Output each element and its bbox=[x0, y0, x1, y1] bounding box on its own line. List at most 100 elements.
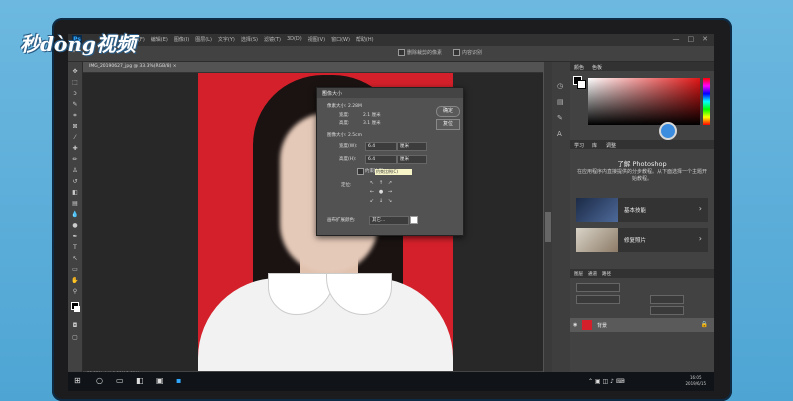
dodge-tool-icon[interactable]: ● bbox=[71, 222, 79, 229]
menu-3d[interactable]: 3D(D) bbox=[287, 36, 302, 43]
height-input[interactable]: 6.4 bbox=[365, 155, 397, 164]
anchor-w-icon[interactable]: ← bbox=[369, 189, 375, 195]
anchor-s-icon[interactable]: ↓ bbox=[378, 198, 384, 204]
maximize-button[interactable]: □ bbox=[688, 35, 695, 43]
opacity-input[interactable] bbox=[650, 295, 684, 304]
hand-tool-icon[interactable]: ✋ bbox=[71, 277, 79, 284]
hue-slider[interactable] bbox=[703, 78, 710, 125]
tab-paths[interactable]: 路径 bbox=[602, 271, 611, 277]
shape-tool-icon[interactable]: ▭ bbox=[71, 266, 79, 273]
menu-type[interactable]: 文字(Y) bbox=[218, 36, 235, 43]
canvas-extension-swatch[interactable] bbox=[410, 216, 418, 224]
menu-filter[interactable]: 滤镜(T) bbox=[264, 36, 281, 43]
path-select-icon[interactable]: ↖ bbox=[71, 255, 79, 262]
app-icon[interactable]: ◧ bbox=[136, 376, 144, 385]
ok-button[interactable]: 确定 bbox=[436, 106, 460, 117]
cortana-icon[interactable]: ○ bbox=[96, 376, 103, 385]
windows-start-icon[interactable]: ⊞ bbox=[74, 376, 81, 385]
tab-color[interactable]: 颜色 bbox=[574, 64, 584, 71]
learn-card-basic[interactable]: 基本技能 › bbox=[576, 198, 708, 222]
width-unit-select[interactable]: 厘米 bbox=[397, 142, 427, 151]
photoshop-taskbar-icon[interactable]: ▪ bbox=[176, 376, 181, 385]
type-tool-icon[interactable]: T bbox=[71, 244, 79, 251]
anchor-grid[interactable]: ↖ ↑ ↗ ← ● → ↙ ↓ ↘ bbox=[369, 180, 393, 204]
menu-view[interactable]: 视图(V) bbox=[308, 36, 325, 43]
tab-layers[interactable]: 图层 bbox=[574, 271, 583, 277]
anchor-ne-icon[interactable]: ↗ bbox=[387, 180, 393, 186]
menu-edit[interactable]: 编辑(E) bbox=[151, 36, 168, 43]
clone-stamp-icon[interactable]: ♙ bbox=[71, 167, 79, 174]
character-panel-icon[interactable]: A bbox=[557, 130, 562, 138]
brush-tool-icon[interactable]: ✏ bbox=[71, 156, 79, 163]
layer-filter-select[interactable] bbox=[576, 283, 620, 292]
color-background-swatch[interactable] bbox=[577, 80, 586, 89]
canvas-extension-select[interactable]: 其它... bbox=[369, 216, 409, 225]
dialog-close-icon[interactable]: ✕ bbox=[322, 90, 459, 96]
menu-bar: Ps 文件(F) 编辑(E) 图像(I) 图层(L) 文字(Y) 选择(S) 滤… bbox=[68, 34, 714, 46]
brush-panel-icon[interactable]: ✎ bbox=[557, 114, 563, 122]
quick-select-tool-icon[interactable]: ✎ bbox=[71, 101, 79, 108]
menu-help[interactable]: 帮助(H) bbox=[356, 36, 374, 43]
anchor-sw-icon[interactable]: ↙ bbox=[369, 198, 375, 204]
menu-window[interactable]: 窗口(W) bbox=[331, 36, 350, 43]
canvas-scrollbar[interactable] bbox=[544, 62, 552, 382]
history-brush-icon[interactable]: ↺ bbox=[71, 178, 79, 185]
lock-icon: 🔒 bbox=[701, 321, 708, 328]
anchor-center-icon[interactable]: ● bbox=[378, 189, 384, 195]
move-tool-icon[interactable]: ✥ bbox=[71, 68, 79, 75]
menu-layer[interactable]: 图层(L) bbox=[195, 36, 212, 43]
anchor-label: 定位: bbox=[341, 182, 352, 188]
healing-brush-icon[interactable]: ✚ bbox=[71, 145, 79, 152]
document-tab[interactable]: IMG_20190627_jpg @ 33.3%(RGB/8) × bbox=[83, 62, 543, 73]
fill-input[interactable] bbox=[650, 306, 684, 315]
tray-icons[interactable]: ⌃ ▣ ◫ ♪ ⌨ bbox=[588, 378, 624, 385]
lasso-tool-icon[interactable]: ↄ bbox=[71, 90, 79, 97]
task-view-icon[interactable]: ▭ bbox=[116, 376, 124, 385]
crop-tool-icon[interactable]: ⌗ bbox=[71, 112, 79, 119]
tab-adjustments[interactable]: 调整 bbox=[606, 142, 616, 149]
learn-card-fix[interactable]: 修复照片 › bbox=[576, 228, 708, 252]
tab-swatches[interactable]: 色板 bbox=[592, 64, 602, 71]
clock-date: 2019/6/15 bbox=[685, 381, 706, 387]
content-aware-checkbox[interactable]: 内容识别 bbox=[453, 49, 482, 56]
close-button[interactable]: ✕ bbox=[702, 35, 708, 43]
tab-libraries[interactable]: 库 bbox=[592, 142, 597, 149]
tab-learn[interactable]: 学习 bbox=[574, 142, 584, 149]
properties-panel-icon[interactable]: ▤ bbox=[557, 98, 564, 106]
right-panels: 颜色 色板 学习 库 调整 了解 Photoshop 在应用程序内直接提供的分步… bbox=[570, 62, 714, 382]
height-unit-select[interactable]: 厘米 bbox=[397, 155, 427, 164]
tab-channels[interactable]: 通道 bbox=[588, 271, 597, 277]
eyedropper-tool-icon[interactable]: ⁄ bbox=[71, 134, 79, 141]
anchor-se-icon[interactable]: ↘ bbox=[387, 198, 393, 204]
clock[interactable]: 16:05 2019/6/15 bbox=[685, 375, 706, 387]
history-panel-icon[interactable]: ◷ bbox=[557, 82, 563, 90]
marquee-tool-icon[interactable]: ⬚ bbox=[71, 79, 79, 86]
reset-button[interactable]: 复位 bbox=[436, 119, 460, 130]
anchor-e-icon[interactable]: → bbox=[387, 189, 393, 195]
menu-select[interactable]: 选择(S) bbox=[241, 36, 258, 43]
file-explorer-icon[interactable]: ▣ bbox=[156, 376, 164, 385]
background-color-swatch[interactable] bbox=[74, 306, 80, 312]
width-input[interactable]: 6.4 bbox=[365, 142, 397, 151]
blend-mode-select[interactable] bbox=[576, 295, 620, 304]
document-tab-label: IMG_20190627_jpg @ 33.3%(RGB/8) × bbox=[89, 64, 177, 69]
blur-tool-icon[interactable]: 💧 bbox=[71, 211, 79, 218]
minimize-button[interactable]: — bbox=[673, 35, 680, 43]
frame-tool-icon[interactable]: ⊠ bbox=[71, 123, 79, 130]
pen-tool-icon[interactable]: ✒ bbox=[71, 233, 79, 240]
canvas-area[interactable] bbox=[83, 73, 543, 371]
quick-mask-icon[interactable]: ◘ bbox=[71, 322, 79, 329]
screen-mode-icon[interactable]: ▢ bbox=[71, 334, 79, 341]
delete-cropped-checkbox[interactable]: 删除裁剪的像素 bbox=[398, 49, 442, 56]
eraser-tool-icon[interactable]: ◧ bbox=[71, 189, 79, 196]
gradient-tool-icon[interactable]: ▤ bbox=[71, 200, 79, 207]
color-picker-field[interactable] bbox=[588, 78, 700, 125]
layer-row-background[interactable]: ◉ 背景 🔒 bbox=[570, 318, 714, 332]
menu-image[interactable]: 图像(I) bbox=[174, 36, 189, 43]
eye-icon[interactable]: ◉ bbox=[573, 322, 577, 328]
anchor-nw-icon[interactable]: ↖ bbox=[369, 180, 375, 186]
anchor-n-icon[interactable]: ↑ bbox=[378, 180, 384, 186]
dialog-title-bar[interactable]: 图像大小 ✕ bbox=[317, 88, 463, 98]
zoom-tool-icon[interactable]: ⚲ bbox=[71, 288, 79, 295]
scrollbar-thumb[interactable] bbox=[545, 212, 551, 242]
